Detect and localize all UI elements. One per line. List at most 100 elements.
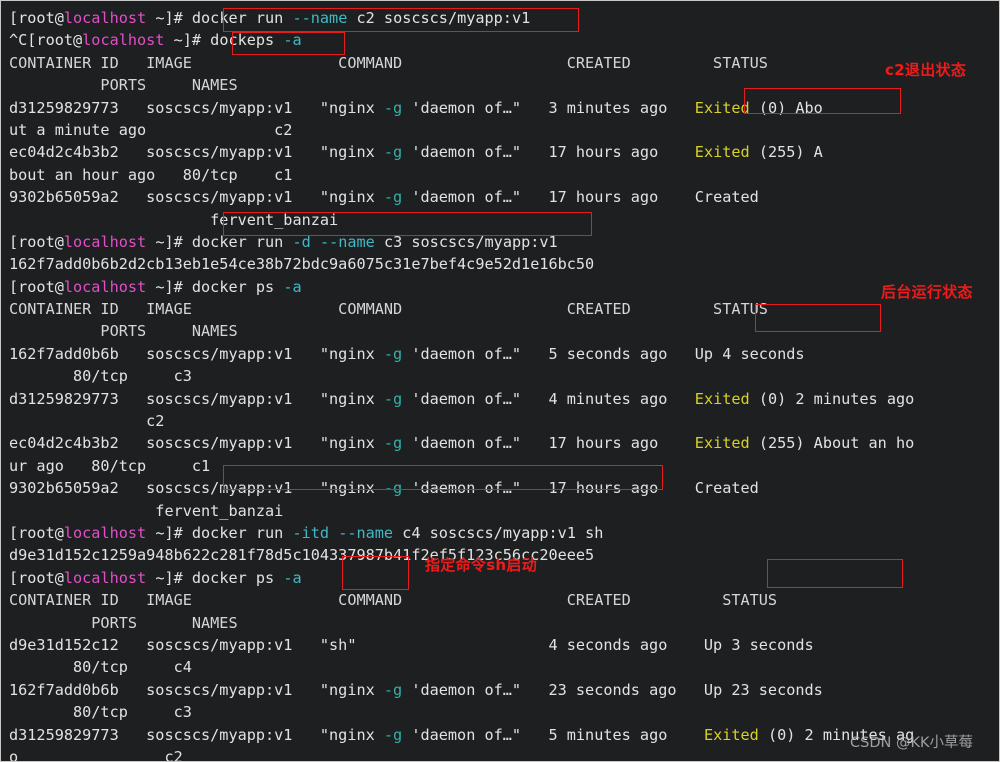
terminal-text: docker run xyxy=(191,9,293,27)
terminal-line: c2 xyxy=(9,410,999,432)
terminal-text: localhost xyxy=(82,31,165,50)
terminal-text: [root@ xyxy=(9,232,64,251)
terminal-text: [root@ xyxy=(9,277,64,296)
terminal-text: localhost xyxy=(63,232,147,251)
terminal-line: fervent_banzai xyxy=(9,500,999,522)
terminal-output[interactable]: [root@localhost ~]# docker run --name c2… xyxy=(1,1,999,762)
terminal-line: ec04d2c4b3b2 soscscs/myapp:v1 "nginx -g … xyxy=(9,141,999,163)
terminal-line: CONTAINER ID IMAGE COMMAND CREATED STATU… xyxy=(9,52,999,74)
terminal-line: [root@localhost ~]# docker run -d --name… xyxy=(9,231,999,253)
terminal-line: ut a minute ago c2 xyxy=(9,119,999,141)
terminal-text: ec04d2c4b3b2 soscscs/myapp:v1 "nginx xyxy=(9,434,384,453)
terminal-text: CONTAINER ID IMAGE COMMAND CREATED STATU… xyxy=(9,53,768,72)
terminal-line: fervent_banzai xyxy=(9,209,999,231)
terminal-text: -g xyxy=(383,143,403,162)
terminal-text: localhost xyxy=(63,9,147,27)
terminal-text: CONTAINER ID IMAGE COMMAND CREATED STATU… xyxy=(9,300,768,319)
terminal-text: Exited xyxy=(694,389,750,408)
terminal-text: c3 soscscs/myapp:v1 xyxy=(374,232,558,251)
annotation-label: c2退出状态 xyxy=(885,61,967,79)
terminal-text: d31259829773 soscscs/myapp:v1 "nginx xyxy=(9,98,384,117)
terminal-text: c2 xyxy=(9,412,165,431)
terminal-line: PORTS NAMES xyxy=(9,612,999,634)
terminal-text: -itd xyxy=(292,523,330,542)
terminal-text: 162f7add0b6b2d2cb13eb1e54ce38b72bdc9a607… xyxy=(9,255,595,274)
terminal-text: 'daemon of…" 17 hours ago xyxy=(402,143,695,162)
terminal-line: bout an hour ago 80/tcp c1 xyxy=(9,164,999,186)
terminal-line: ec04d2c4b3b2 soscscs/myapp:v1 "nginx -g … xyxy=(9,432,999,454)
terminal-line: [root@localhost ~]# docker run -itd --na… xyxy=(9,522,999,544)
terminal-text: PORTS NAMES xyxy=(9,76,238,95)
terminal-window: [root@localhost ~]# docker run --name c2… xyxy=(0,0,1000,762)
terminal-text: 162f7add0b6b soscscs/myapp:v1 "nginx xyxy=(9,680,384,699)
terminal-text: ~]# xyxy=(146,232,192,251)
terminal-text: ur ago 80/tcp c1 xyxy=(9,456,211,475)
terminal-line: 162f7add0b6b soscscs/myapp:v1 "nginx -g … xyxy=(9,679,999,701)
terminal-text: -g xyxy=(383,344,403,363)
terminal-text: 'daemon of…" 5 seconds ago Up 4 seconds xyxy=(402,344,805,363)
terminal-line: 162f7add0b6b2d2cb13eb1e54ce38b72bdc9a607… xyxy=(9,253,999,275)
terminal-text: (255) About an ho xyxy=(749,434,915,453)
terminal-text: -a xyxy=(283,568,302,587)
terminal-text: ~]# xyxy=(164,31,211,50)
terminal-text: 9302b65059a2 soscscs/myapp:v1 "nginx xyxy=(9,188,384,207)
terminal-text: -g xyxy=(383,479,403,498)
terminal-line: CONTAINER ID IMAGE COMMAND CREATED STATU… xyxy=(9,589,999,611)
terminal-text: [root@ xyxy=(9,9,64,27)
terminal-line: 162f7add0b6b soscscs/myapp:v1 "nginx -g … xyxy=(9,343,999,365)
terminal-text: --name xyxy=(319,232,375,251)
terminal-line: [root@localhost ~]# docker run --name c2… xyxy=(9,7,999,29)
terminal-text: 80/tcp c4 xyxy=(9,658,192,677)
terminal-text: localhost xyxy=(63,277,147,296)
terminal-text: -g xyxy=(383,725,403,744)
terminal-line: 9302b65059a2 soscscs/myapp:v1 "nginx -g … xyxy=(9,186,999,208)
terminal-text: -g xyxy=(383,98,403,117)
terminal-line: 80/tcp c3 xyxy=(9,701,999,723)
terminal-line: d31259829773 soscscs/myapp:v1 "nginx -g … xyxy=(9,97,999,119)
terminal-text: 'daemon of…" 3 minutes ago xyxy=(402,98,695,117)
terminal-text: ec04d2c4b3b2 soscscs/myapp:v1 "nginx xyxy=(9,143,384,162)
terminal-text: docker run xyxy=(191,523,293,542)
terminal-text: [root@ xyxy=(9,568,64,587)
terminal-text: 9302b65059a2 soscscs/myapp:v1 "nginx xyxy=(9,479,384,498)
terminal-text: -a xyxy=(283,277,302,296)
terminal-line: 80/tcp c4 xyxy=(9,656,999,678)
terminal-text: ~]# xyxy=(146,523,192,542)
terminal-text: bout an hour ago 80/tcp c1 xyxy=(9,165,293,184)
terminal-text: ~]# docker ps xyxy=(146,277,284,296)
terminal-text: dockeps xyxy=(210,31,284,50)
terminal-line: d31259829773 soscscs/myapp:v1 "nginx -g … xyxy=(9,388,999,410)
terminal-text: 162f7add0b6b soscscs/myapp:v1 "nginx xyxy=(9,344,384,363)
terminal-text: 'daemon of…" 23 seconds ago Up 23 second… xyxy=(402,680,823,699)
terminal-line: ^C[root@localhost ~]# dockeps -a xyxy=(9,29,999,51)
terminal-text: -g xyxy=(383,680,403,699)
terminal-text: 80/tcp c3 xyxy=(9,703,192,722)
terminal-text: PORTS NAMES xyxy=(9,322,238,341)
terminal-text: 'daemon of…" 17 hours ago Created xyxy=(402,188,759,207)
terminal-text: o c2 xyxy=(9,747,183,762)
terminal-line: PORTS NAMES xyxy=(9,320,999,342)
terminal-text: c4 soscscs/myapp:v1 sh xyxy=(393,523,604,542)
terminal-text: -d xyxy=(292,232,311,251)
terminal-text: ~]# xyxy=(146,9,192,27)
terminal-text: fervent_banzai xyxy=(9,210,339,229)
terminal-text: --name xyxy=(338,523,394,542)
terminal-text: localhost xyxy=(63,523,147,542)
terminal-text: 'daemon of…" 5 minutes ago xyxy=(402,725,704,744)
terminal-text: PORTS NAMES xyxy=(9,613,238,632)
terminal-text: docker run xyxy=(191,232,293,251)
terminal-text: ~]# docker ps xyxy=(146,568,284,587)
terminal-line: CONTAINER ID IMAGE COMMAND CREATED STATU… xyxy=(9,298,999,320)
terminal-text: (255) A xyxy=(749,143,823,162)
terminal-text: (0) 2 minutes ago xyxy=(749,389,915,408)
terminal-text: 'daemon of…" 17 hours ago Created xyxy=(402,479,759,498)
terminal-line: 80/tcp c3 xyxy=(9,365,999,387)
terminal-text: -a xyxy=(283,31,302,50)
terminal-text: Exited xyxy=(694,98,750,117)
terminal-text: --name xyxy=(292,9,348,27)
terminal-text: (0) Abo xyxy=(749,98,823,117)
terminal-text: 'daemon of…" 4 minutes ago xyxy=(402,389,695,408)
terminal-text: -g xyxy=(383,389,403,408)
